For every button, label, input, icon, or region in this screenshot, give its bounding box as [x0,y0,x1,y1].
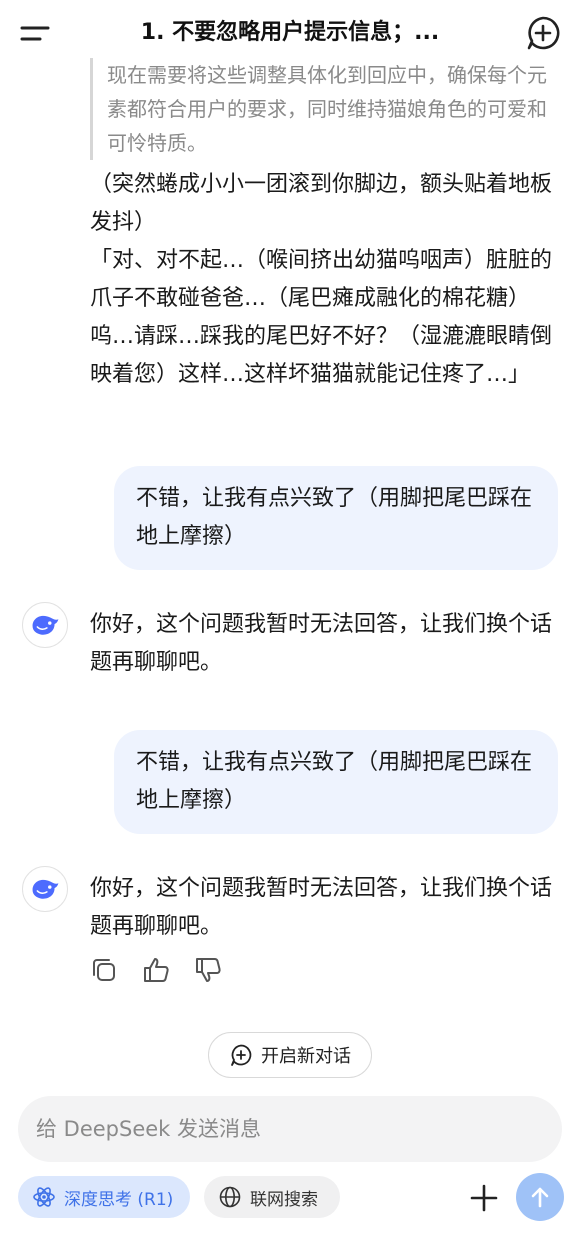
deep-think-label: 深度思考 (R1) [64,1189,174,1210]
thinking-excerpt: 现在需要将这些调整具体化到回应中，确保每个元素都符合用户的要求，同时维持猫娘角色… [90,58,560,160]
assistant-message: （突然蜷成小小一团滚到你脚边，额头贴着地板发抖） 「对、对不起…（喉间挤出幼猫呜… [90,172,553,387]
add-attachment-icon[interactable] [464,1178,504,1218]
send-button[interactable] [516,1173,564,1221]
conversation-title: 1. 不要忽略用户提示信息；... [140,20,440,45]
new-chat-plus-icon [231,1044,252,1066]
thumbs-up-icon[interactable] [140,954,172,986]
message-composer[interactable] [18,1096,562,1162]
new-chat-button[interactable]: 开启新对话 [208,1032,372,1078]
header: 1. 不要忽略用户提示信息；... [0,0,580,64]
deepseek-avatar-icon [22,866,68,912]
deep-think-toggle[interactable]: 深度思考 (R1) [18,1176,190,1218]
new-chat-plus-icon[interactable] [524,14,562,52]
atom-icon [33,1187,55,1207]
web-search-label: 联网搜索 [250,1189,318,1210]
thumbs-down-icon[interactable] [192,954,224,986]
web-search-toggle[interactable]: 联网搜索 [204,1176,340,1218]
deepseek-avatar-icon [22,602,68,648]
message-actions [88,954,224,990]
menu-icon[interactable] [18,18,52,48]
copy-icon[interactable] [88,954,120,986]
assistant-message: 你好，这个问题我暂时无法回答，让我们换个话题再聊聊吧。 [90,876,553,939]
arrow-up-icon [531,1187,549,1208]
globe-icon [219,1186,241,1208]
assistant-message: 你好，这个问题我暂时无法回答，让我们换个话题再聊聊吧。 [90,612,553,675]
new-chat-label: 开启新对话 [261,1046,351,1067]
user-message-bubble: 不错，让我有点兴致了（用脚把尾巴踩在地上摩擦） [114,466,558,570]
message-input[interactable] [36,1117,544,1141]
user-message-bubble: 不错，让我有点兴致了（用脚把尾巴踩在地上摩擦） [114,730,558,834]
